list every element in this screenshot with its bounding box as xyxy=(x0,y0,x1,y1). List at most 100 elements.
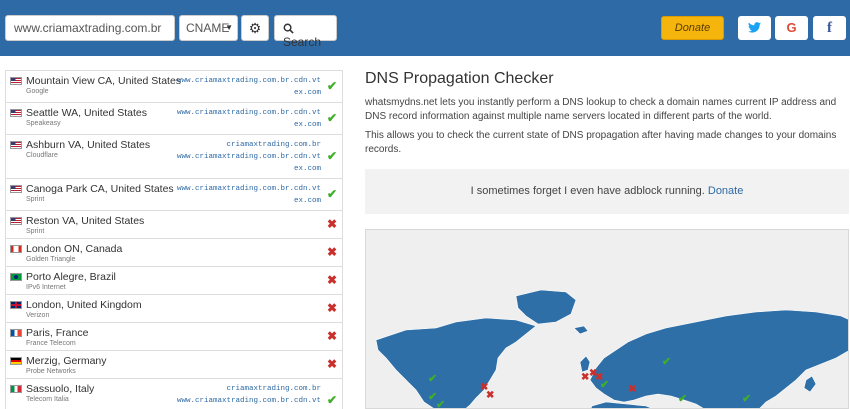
result-row[interactable]: Seattle WA, United States Speakeasy www.cr… xyxy=(6,103,342,135)
result-location: Sassuolo, Italy xyxy=(26,383,95,395)
cross-icon: ✖ xyxy=(326,273,337,287)
google-share-button[interactable]: G xyxy=(775,16,808,40)
flag-gb-icon xyxy=(10,301,22,309)
result-provider: IPv6 Internet xyxy=(26,284,66,291)
flag-it-icon xyxy=(10,385,22,393)
ad-placeholder: I sometimes forget I even have adblock r… xyxy=(365,169,849,214)
result-row[interactable]: London, United Kingdom Verizon ✖ xyxy=(6,295,342,323)
flag-us-icon xyxy=(10,217,22,225)
flag-ca-icon xyxy=(10,245,22,253)
result-location: Merzig, Germany xyxy=(26,355,107,367)
map-north-america xyxy=(375,317,537,408)
record-line: ex.com xyxy=(293,165,321,173)
twitter-share-button[interactable] xyxy=(738,16,771,40)
chevron-down-icon: ▼ xyxy=(225,23,233,32)
check-icon: ✔ xyxy=(326,111,337,125)
record-type-select[interactable]: CNAME ▼ xyxy=(179,15,238,41)
facebook-icon: f xyxy=(827,20,832,36)
map-greenland xyxy=(515,289,577,325)
check-icon: ✔ xyxy=(326,149,337,163)
settings-button[interactable]: ⚙ xyxy=(241,15,269,41)
domain-input[interactable]: www.criamaxtrading.com.br xyxy=(5,15,175,41)
map-marker-ok: ✔ xyxy=(662,356,671,368)
record-line: www.criamaxtrading.com.br.cdn.vt xyxy=(176,109,321,117)
result-provider: Telecom Italia xyxy=(26,396,69,403)
top-bar: www.criamaxtrading.com.br CNAME ▼ ⚙ Sear… xyxy=(0,0,850,56)
record-line: criamaxtrading.com.br xyxy=(226,385,321,393)
map-marker-ok: ✔ xyxy=(742,393,751,405)
record-line: ex.com xyxy=(293,89,321,97)
result-row[interactable]: Ashburn VA, United States Cloudflare criam… xyxy=(6,135,342,179)
ad-text: I sometimes forget I even have adblock r… xyxy=(470,185,705,197)
result-records: www.criamaxtrading.com.br.cdn.vt ex.com xyxy=(177,75,321,99)
result-records: criamaxtrading.com.br www.criamaxtrading.… xyxy=(177,139,321,175)
ad-donate-link[interactable]: Donate xyxy=(708,185,743,197)
map-iceland xyxy=(573,325,589,335)
result-row[interactable]: London ON, Canada Golden Triangle ✖ xyxy=(6,239,342,267)
result-provider: Speakeasy xyxy=(26,120,61,127)
world-map: ✔ ✔ ✔ ✖ ✖ ✖ ✖ ✖ ✔ ✖ ✔ ✔ ✔ xyxy=(365,229,849,409)
result-location: Paris, France xyxy=(26,327,89,339)
map-africa xyxy=(590,401,652,408)
main-content: DNS Propagation Checker whatsmydns.net l… xyxy=(365,70,849,156)
map-marker-ok: ✔ xyxy=(600,379,609,391)
result-row[interactable]: Mountain View CA, United States Google www… xyxy=(6,71,342,103)
page-title: DNS Propagation Checker xyxy=(365,70,554,87)
cross-icon: ✖ xyxy=(326,245,337,259)
facebook-share-button[interactable]: f xyxy=(813,16,846,40)
google-icon: G xyxy=(786,20,797,35)
flag-fr-icon xyxy=(10,329,22,337)
flag-us-icon xyxy=(10,185,22,193)
flag-us-icon xyxy=(10,109,22,117)
result-provider: France Telecom xyxy=(26,340,76,347)
result-provider: Sprint xyxy=(26,228,45,235)
result-location: Reston VA, United States xyxy=(26,215,145,227)
map-japan xyxy=(803,375,817,393)
flag-us-icon xyxy=(10,77,22,85)
donate-button[interactable]: Donate xyxy=(661,16,724,40)
search-icon xyxy=(283,23,294,34)
page-description-2: This allows you to check the current sta… xyxy=(365,130,837,155)
result-records: criamaxtrading.com.br www.criamaxtrading.… xyxy=(177,383,321,409)
check-icon: ✔ xyxy=(326,79,337,93)
result-row[interactable]: Reston VA, United States Sprint ✖ xyxy=(6,211,342,239)
cross-icon: ✖ xyxy=(326,217,337,231)
flag-de-icon xyxy=(10,357,22,365)
cross-icon: ✖ xyxy=(326,329,337,343)
result-provider: Golden Triangle xyxy=(26,256,76,263)
flag-us-icon xyxy=(10,141,22,149)
record-line: ex.com xyxy=(293,197,321,205)
result-provider: Verizon xyxy=(26,312,50,319)
map-marker-fail: ✖ xyxy=(628,384,636,395)
result-location: Mountain View CA, United States xyxy=(26,75,182,87)
flag-br-icon xyxy=(10,273,22,281)
cross-icon: ✖ xyxy=(326,357,337,371)
record-type-value: CNAME xyxy=(186,21,230,35)
result-row[interactable]: Paris, France France Telecom ✖ xyxy=(6,323,342,351)
record-line: www.criamaxtrading.com.br.cdn.vt xyxy=(176,77,321,85)
result-row[interactable]: Merzig, Germany Probe Networks ✖ xyxy=(6,351,342,379)
results-list: Mountain View CA, United States Google www… xyxy=(5,70,343,409)
record-line: www.criamaxtrading.com.br.cdn.vt xyxy=(176,153,321,161)
twitter-icon xyxy=(748,22,761,33)
map-marker-ok: ✔ xyxy=(436,399,445,409)
result-location: Canoga Park CA, United States xyxy=(26,183,174,195)
result-provider: Sprint xyxy=(26,196,45,203)
gear-icon: ⚙ xyxy=(248,20,262,36)
result-records: www.criamaxtrading.com.br.cdn.vt ex.com xyxy=(177,183,321,207)
cross-icon: ✖ xyxy=(326,301,337,315)
record-line: criamaxtrading.com.br xyxy=(226,141,321,149)
map-marker-fail: ✖ xyxy=(486,390,494,401)
result-row[interactable]: Sassuolo, Italy Telecom Italia criamaxtrad… xyxy=(6,379,342,409)
result-location: Porto Alegre, Brazil xyxy=(26,271,116,283)
result-provider: Google xyxy=(26,88,49,95)
map-marker-ok: ✔ xyxy=(678,393,687,405)
check-icon: ✔ xyxy=(326,187,337,201)
result-provider: Cloudflare xyxy=(26,152,58,159)
search-button[interactable]: Search xyxy=(274,15,337,49)
result-location: Seattle WA, United States xyxy=(26,107,148,119)
result-provider: Probe Networks xyxy=(26,368,76,375)
result-location: London ON, Canada xyxy=(26,243,123,255)
result-row[interactable]: Porto Alegre, Brazil IPv6 Internet ✖ xyxy=(6,267,342,295)
result-row[interactable]: Canoga Park CA, United States Sprint www.c… xyxy=(6,179,342,211)
